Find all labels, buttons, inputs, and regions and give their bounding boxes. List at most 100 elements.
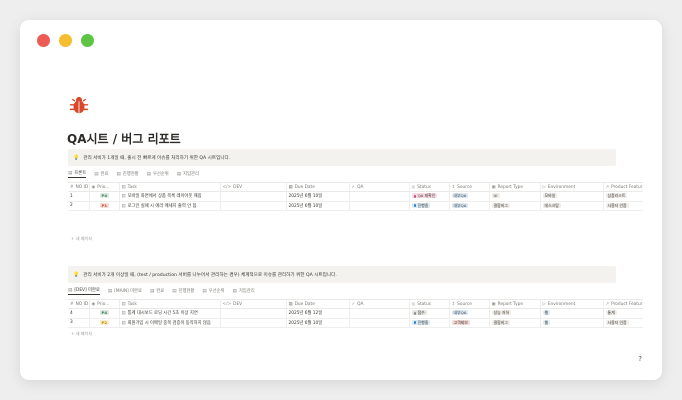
table-cell[interactable]	[220, 318, 287, 328]
close-window-button[interactable]	[37, 34, 50, 47]
tab-1[interactable]: ▤ [MAIN] 미완료	[108, 288, 142, 295]
table-row[interactable]: 2 P1 ▤ 로그인 실패 시 에러 메세지 출력 안 됨 2025년 6월 10일 진행…	[68, 201, 643, 211]
table-cell[interactable]: 2025년 6월 10일	[286, 318, 350, 328]
table-cell[interactable]: 접수	[409, 308, 450, 319]
table-cell[interactable]: 통계	[603, 308, 643, 319]
table-cell[interactable]	[349, 308, 410, 319]
tab-3[interactable]: ▤ 우선순위	[147, 171, 169, 178]
tab-label: 지입관리	[238, 289, 255, 294]
tab-4[interactable]: ▤ 우선순위	[202, 288, 224, 295]
column-header[interactable]: ▣ Report Type	[489, 182, 541, 192]
table-cell[interactable]: 상품리스트	[603, 191, 643, 202]
column-header[interactable]: ◎ Status	[409, 182, 450, 192]
table-row[interactable]: 1 P4 ▤ 모바일 화면에서 상품 목록 레이아웃 깨짐 2025년 6월 10일 QA…	[68, 191, 643, 202]
column-header[interactable]: </> DEV	[220, 299, 287, 309]
column-header[interactable]: ◉ Prio...	[89, 299, 120, 309]
table-cell[interactable]: UI	[489, 191, 541, 202]
add-row-button[interactable]: + 새 페이지	[71, 331, 92, 337]
table-cell[interactable]: 1	[68, 191, 90, 202]
table-cell[interactable]: ▤ 모바일 화면에서 상품 목록 레이아웃 깨짐	[119, 191, 221, 202]
column-header[interactable]: ▷ Environment	[540, 299, 604, 309]
task-title[interactable]: 로그인 실패 시 에러 메세지 출력 안 됨	[128, 204, 197, 209]
table-cell[interactable]	[220, 191, 287, 202]
table-cell[interactable]: 2025년 6월 12일	[286, 308, 350, 319]
column-header[interactable]: ✓ QA	[349, 299, 410, 309]
table-row[interactable]: 4 P4 ▤ 통계 대시보드 로딩 시간 5초 이상 지연 2025년 6월 12일 접수…	[68, 308, 643, 319]
table-cell[interactable]: QA 재확인	[409, 191, 450, 202]
table-row[interactable]: 3 P2 ▤ 회원가입 시 이메일 중복 검증이 동작하지 않음 2025년 6월 10…	[68, 318, 643, 328]
column-header[interactable]: ▤ Task	[119, 299, 221, 309]
table-cell[interactable]: P4	[89, 191, 120, 202]
table-cell[interactable]: P2	[89, 318, 120, 328]
add-row-button[interactable]: + 새 페이지	[71, 236, 92, 242]
bug-icon[interactable]	[68, 94, 90, 116]
column-header[interactable]: ↗ Product Featur	[603, 182, 643, 192]
column-header[interactable]: ◉ Prio...	[89, 182, 120, 192]
column-header[interactable]: ✓ QA	[349, 182, 410, 192]
table-cell[interactable]: 모바일	[540, 191, 604, 202]
minimize-window-button[interactable]	[59, 34, 72, 47]
tab-0[interactable]: ▤ [DEV] 미완료	[68, 287, 100, 295]
table-cell[interactable]: 내부QA	[449, 308, 490, 319]
table-cell[interactable]: ▤ 로그인 실패 시 에러 메세지 출력 안 됨	[119, 201, 221, 211]
priority-badge: P2	[99, 319, 110, 325]
view-tabs: ▤ 프론트 ▤ 완료 ▤ 진행현황 ▤ 우선순위 ▤ 지입관리	[68, 169, 199, 179]
task-title[interactable]: 통계 대시보드 로딩 시간 5초 이상 지연	[128, 311, 198, 316]
column-header[interactable]: ▷ Environment	[540, 182, 604, 192]
table-cell[interactable]: 2025년 6월 10일	[286, 191, 350, 202]
column-type-icon: ▣	[491, 301, 496, 307]
table-cell[interactable]: 내부QA	[449, 201, 490, 211]
task-title[interactable]: 모바일 화면에서 상품 목록 레이아웃 깨짐	[128, 194, 202, 199]
table-cell[interactable]: 성능 저하	[489, 308, 541, 319]
table-cell[interactable]	[220, 201, 287, 211]
table-cell[interactable]: 사용자 인증	[603, 201, 643, 211]
table-cell[interactable]	[349, 191, 410, 202]
tab-3[interactable]: ▤ 진행현황	[172, 288, 194, 295]
column-header[interactable]: ▣ Report Type	[489, 299, 541, 309]
table-header-row: # NO ID ◉ Prio... ▤ Task </> DEV ▦ Due Date ✓ QA ◎ St…	[68, 299, 643, 309]
table-cell[interactable]	[220, 308, 287, 319]
column-header[interactable]: ↗ Product Featur	[603, 299, 643, 309]
table-cell[interactable]	[349, 201, 410, 211]
due-date: 2025년 6월 10일	[288, 194, 323, 200]
help-icon[interactable]: ?	[638, 355, 642, 363]
tab-0[interactable]: ▤ 프론트	[68, 170, 87, 178]
table-cell[interactable]: 결함버그	[489, 318, 541, 328]
column-header[interactable]: </> DEV	[220, 182, 287, 192]
column-header[interactable]: ↥ Source	[449, 299, 490, 309]
table-cell[interactable]: P4	[89, 308, 120, 319]
table-cell[interactable]: 내부QA	[449, 191, 490, 202]
table-cell[interactable]: 진행중	[409, 201, 450, 211]
column-header[interactable]: ▦ Due Date	[286, 182, 350, 192]
column-header[interactable]: # NO ID	[68, 299, 90, 309]
table-cell[interactable]: 고객제보	[449, 318, 490, 328]
table-cell[interactable]: 데스크탑	[540, 201, 604, 211]
tab-4[interactable]: ▤ 지입관리	[177, 171, 199, 178]
tab-1[interactable]: ▤ 완료	[94, 171, 108, 178]
table-cell[interactable]: 웹	[540, 308, 604, 319]
table-cell[interactable]	[349, 318, 410, 328]
tab-5[interactable]: ▤ 지입관리	[233, 288, 255, 295]
status-badge: 진행중	[411, 202, 431, 208]
table-cell[interactable]: P1	[89, 201, 120, 211]
table-cell[interactable]: 결함버그	[489, 201, 541, 211]
tab-2[interactable]: ▤ 진행현황	[116, 171, 138, 178]
table-cell[interactable]: 2025년 6월 10일	[286, 201, 350, 211]
column-header[interactable]: ▤ Task	[119, 182, 221, 192]
column-header[interactable]: ◎ Status	[409, 299, 450, 309]
column-header[interactable]: # NO ID	[68, 182, 90, 192]
table-cell[interactable]: 4	[68, 308, 90, 319]
table-cell[interactable]: 2	[68, 201, 90, 211]
table-cell[interactable]: 사용자 인증	[603, 318, 643, 328]
column-header[interactable]: ↥ Source	[449, 182, 490, 192]
maximize-window-button[interactable]	[81, 34, 94, 47]
table-cell[interactable]: 웹	[540, 318, 604, 328]
table-cell[interactable]: ▤ 회원가입 시 이메일 중복 검증이 동작하지 않음	[119, 318, 221, 328]
column-header[interactable]: ▦ Due Date	[286, 299, 350, 309]
tab-2[interactable]: ▤ 완료	[150, 288, 164, 295]
table-cell[interactable]: 3	[68, 318, 90, 328]
column-type-icon: </>	[222, 301, 232, 307]
task-title[interactable]: 회원가입 시 이메일 중복 검증이 동작하지 않음	[128, 321, 211, 326]
table-cell[interactable]: ▤ 통계 대시보드 로딩 시간 5초 이상 지연	[119, 308, 221, 319]
table-cell[interactable]: 진행중	[409, 318, 450, 328]
